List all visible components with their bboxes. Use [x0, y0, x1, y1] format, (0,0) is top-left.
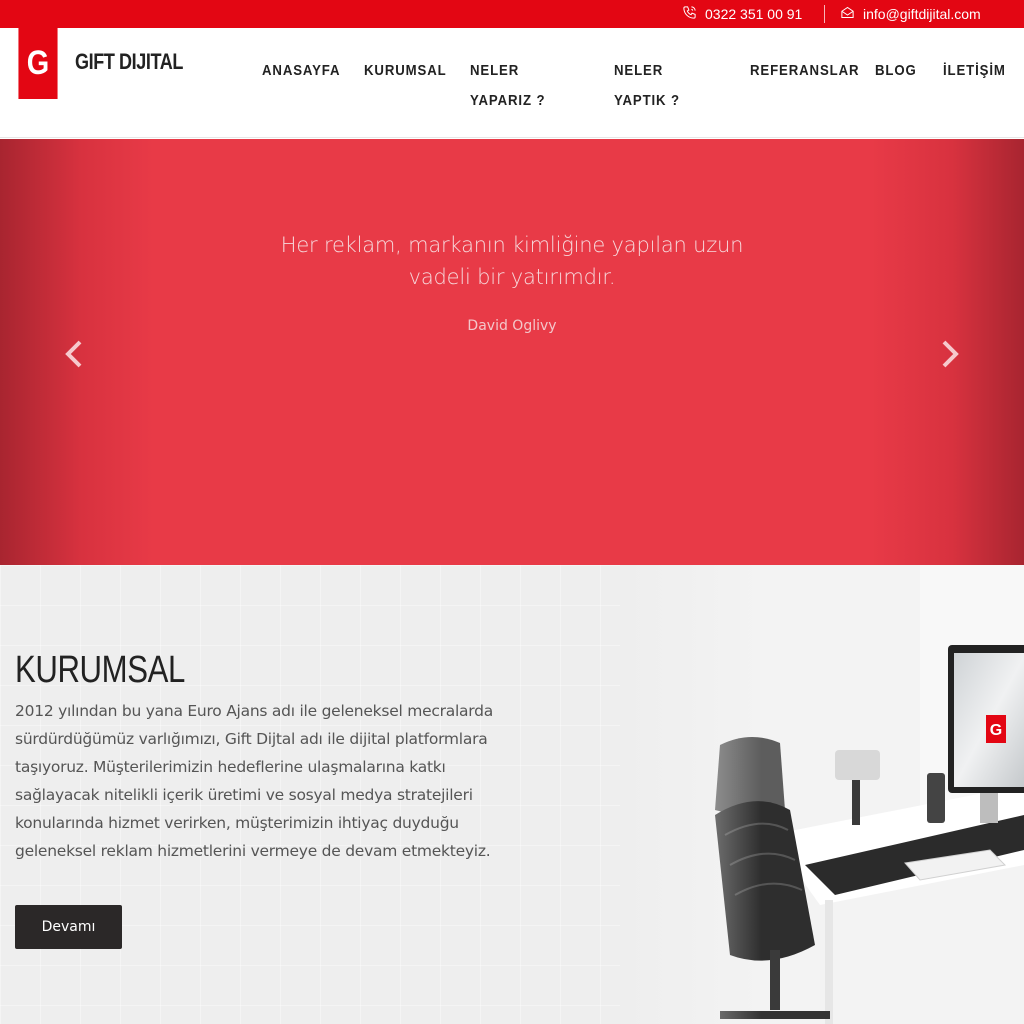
office-desk-image: G	[620, 565, 1024, 1024]
nav-anasayfa[interactable]: ANASAYFA	[262, 56, 340, 86]
phone-icon	[682, 5, 697, 23]
hero-quote: Her reklam, markanın kimliğine yapılan u…	[280, 233, 744, 289]
email-link[interactable]: info@giftdijital.com	[840, 0, 981, 28]
section-text: 2012 yılından bu yana Euro Ajans adı ile…	[15, 702, 493, 860]
slider-prev-button[interactable]	[59, 339, 89, 369]
nav-kurumsal[interactable]: KURUMSAL	[364, 56, 447, 86]
top-bar: 0322 351 00 91 info@giftdijital.com	[0, 0, 1024, 28]
slider-next-button[interactable]	[935, 339, 965, 369]
nav-referanslar[interactable]: REFERANSLAR	[750, 56, 859, 86]
site-header: G GIFT DIJITAL ANASAYFA KURUMSAL NELER Y…	[0, 28, 1024, 138]
hero-quote-author: David Oglivy	[467, 318, 557, 334]
section-title: KURUMSAL	[15, 649, 185, 691]
logo-mark: G	[18, 28, 58, 99]
chevron-right-icon	[942, 340, 959, 368]
nav-blog[interactable]: BLOG	[875, 56, 917, 86]
email-address: info@giftdijital.com	[863, 6, 981, 22]
devami-button[interactable]: Devamı	[15, 905, 122, 949]
hero-slider: Her reklam, markanın kimliğine yapılan u…	[0, 139, 1024, 565]
envelope-icon	[840, 5, 855, 23]
nav-neler-yaptik[interactable]: NELER YAPTIK ?	[614, 56, 711, 116]
nav-neler-yapariz[interactable]: NELER YAPARIZ ?	[470, 56, 576, 116]
logo-text: GIFT DIJITAL	[75, 48, 183, 74]
phone-link[interactable]: 0322 351 00 91	[682, 0, 802, 28]
chevron-left-icon	[65, 340, 82, 368]
site-logo[interactable]: G GIFT DIJITAL	[15, 28, 207, 99]
nav-iletisim[interactable]: İLETİŞİM	[943, 56, 1006, 86]
kurumsal-section: KURUMSAL 2012 yılından bu yana Euro Ajan…	[0, 565, 1024, 1024]
topbar-divider	[824, 5, 825, 23]
phone-number: 0322 351 00 91	[705, 6, 803, 22]
